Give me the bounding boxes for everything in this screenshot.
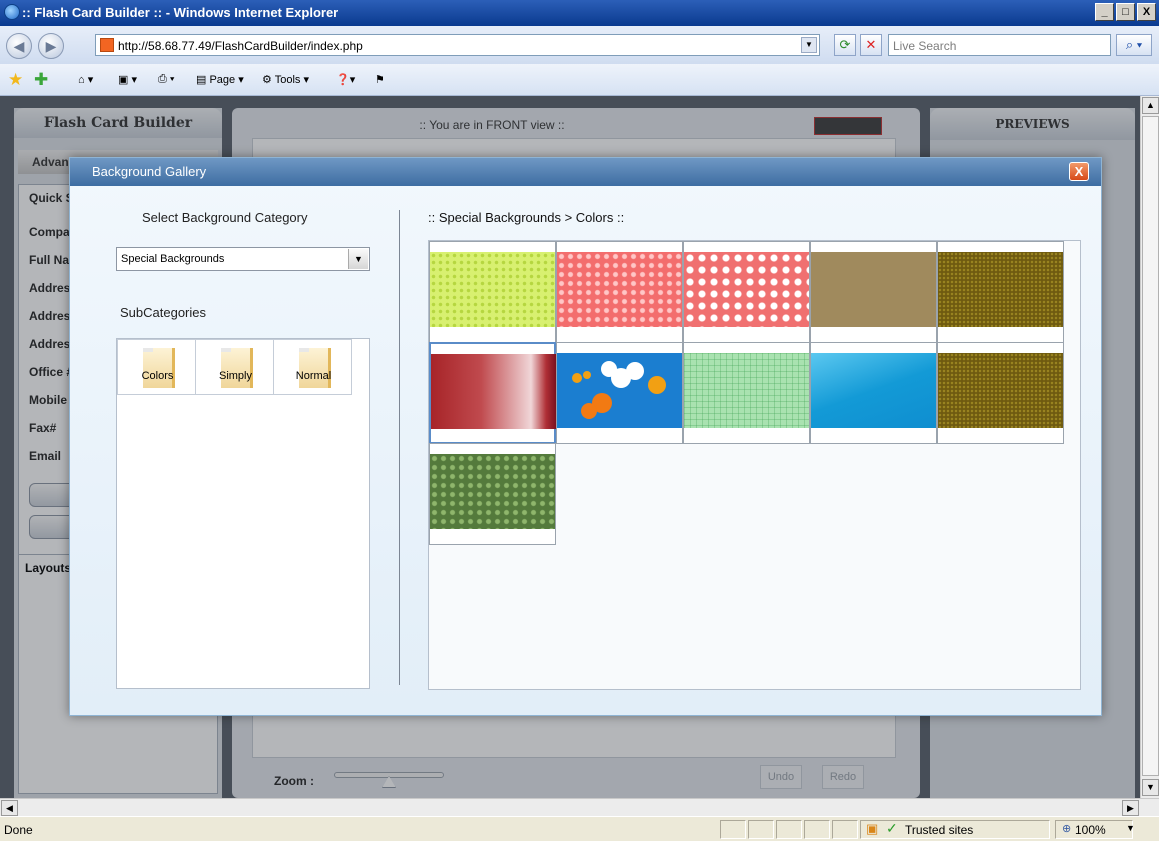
maximize-button[interactable]: □ [1116, 3, 1135, 21]
stop-button[interactable]: ✕ [860, 34, 882, 56]
subcategory-label: Colors [141, 370, 174, 382]
subcategory-label: Simply [218, 370, 252, 382]
add-favorites-icon[interactable]: ✚ [34, 70, 48, 90]
url-text[interactable]: http://58.68.77.49/FlashCardBuilder/inde… [118, 39, 363, 53]
status-cell [748, 820, 774, 839]
background-thumbnail [431, 354, 556, 429]
background-tile[interactable] [937, 342, 1064, 444]
status-bar: Done ▣ ✓ Trusted sites ⊕ 100% ▼ [0, 816, 1159, 841]
background-thumbnail [938, 353, 1063, 428]
command-bar: ★ ✚ ⌂ ▾ ▣ ▾ ⎙ ▾ ▤ Page ▾ ⚙ Tools ▾ ❓▾ ⚑ [0, 64, 1159, 96]
subcategories-box: Colors Simply Normal [116, 338, 370, 689]
refresh-button[interactable]: ⟳ [834, 34, 856, 56]
checkmark-icon: ✓ [886, 820, 898, 836]
window-title: :: Flash Card Builder :: - Windows Inter… [22, 5, 339, 20]
print-icon[interactable]: ⎙ ▾ [158, 73, 174, 86]
scroll-up-icon[interactable]: ▲ [1142, 97, 1159, 114]
background-gallery-dialog: Background Gallery X Select Background C… [69, 157, 1102, 716]
background-tile[interactable] [810, 342, 937, 444]
ie-logo-icon [4, 4, 20, 20]
background-tile-selected[interactable] [429, 342, 556, 444]
status-text: Done [4, 823, 33, 837]
background-grid [428, 240, 1081, 690]
forward-button[interactable]: ▶ [38, 33, 64, 59]
tools-menu[interactable]: ⚙ Tools ▾ [262, 73, 309, 86]
background-tile[interactable] [683, 241, 810, 343]
category-select[interactable]: Special Backgrounds ▼ [116, 247, 370, 271]
page-menu[interactable]: ▤ Page ▾ [196, 73, 244, 86]
status-cell [776, 820, 802, 839]
background-thumbnail [938, 252, 1063, 327]
chevron-down-icon[interactable]: ▼ [348, 249, 368, 269]
subcategories-title: SubCategories [120, 305, 206, 320]
status-cell [804, 820, 830, 839]
minimize-button[interactable]: _ [1095, 3, 1114, 21]
subcategory-normal[interactable]: Normal [273, 339, 352, 395]
tools-menu-label: Tools [274, 74, 301, 86]
folder-icon [299, 348, 331, 388]
status-cell [720, 820, 746, 839]
favicon-icon [100, 38, 114, 52]
feeds-icon[interactable]: ▣ ▾ [118, 73, 137, 86]
address-dropdown-icon[interactable]: ▼ [801, 37, 817, 53]
page-menu-label: Page [209, 74, 236, 86]
address-bar[interactable]: http://58.68.77.49/FlashCardBuilder/inde… [95, 34, 820, 56]
background-thumbnail [684, 353, 809, 428]
background-thumbnail [811, 252, 936, 327]
background-thumbnail [557, 252, 682, 327]
search-input[interactable]: Live Search [888, 34, 1111, 56]
address-row: ◀ ▶ http://58.68.77.49/FlashCardBuilder/… [0, 26, 1159, 64]
background-tile[interactable] [937, 241, 1064, 343]
background-thumbnail [430, 252, 555, 327]
status-cell [832, 820, 858, 839]
flowers-icon [572, 361, 666, 419]
category-select-value: Special Backgrounds [121, 253, 225, 265]
research-icon[interactable]: ⚑ [375, 73, 385, 86]
background-thumbnail [684, 252, 809, 327]
favorites-star-icon[interactable]: ★ [8, 70, 23, 90]
background-tile[interactable] [683, 342, 810, 444]
horizontal-scrollbar[interactable]: ◀ ▶ [0, 798, 1159, 816]
background-thumbnail [557, 353, 682, 428]
zone-text: Trusted sites [905, 823, 974, 837]
help-icon[interactable]: ❓▾ [336, 73, 355, 86]
zoom-icon: ⊕ [1062, 823, 1072, 835]
background-tile[interactable] [810, 241, 937, 343]
select-category-title: Select Background Category [142, 210, 308, 225]
search-placeholder: Live Search [893, 39, 957, 53]
subcategory-label: Normal [295, 370, 332, 382]
divider [399, 210, 400, 685]
protected-mode-icon: ▣ [866, 821, 879, 836]
background-thumbnail [430, 454, 555, 529]
scroll-thumb[interactable] [1142, 116, 1159, 776]
zoom-dropdown-icon[interactable]: ▼ [1126, 823, 1135, 833]
background-tile[interactable] [556, 241, 683, 343]
subcategory-colors[interactable]: Colors [117, 339, 196, 395]
background-tile[interactable] [556, 342, 683, 444]
scroll-down-icon[interactable]: ▼ [1142, 779, 1159, 796]
gallery-breadcrumb: :: Special Backgrounds > Colors :: [428, 210, 625, 225]
background-tile[interactable] [429, 443, 556, 545]
vertical-scrollbar[interactable]: ▲ ▼ [1140, 96, 1159, 798]
folder-icon [221, 348, 253, 388]
close-window-button[interactable]: X [1137, 3, 1156, 21]
back-button[interactable]: ◀ [6, 33, 32, 59]
window-titlebar: :: Flash Card Builder :: - Windows Inter… [0, 0, 1159, 26]
search-button[interactable]: ⌕ ▾ [1116, 34, 1152, 56]
scroll-left-icon[interactable]: ◀ [1, 800, 18, 816]
scroll-right-icon[interactable]: ▶ [1122, 800, 1139, 816]
dialog-title: Background Gallery [70, 158, 1101, 186]
background-tile[interactable] [429, 241, 556, 343]
subcategory-simply[interactable]: Simply [195, 339, 274, 395]
home-icon[interactable]: ⌂ ▾ [78, 73, 93, 86]
zoom-level[interactable]: 100% [1075, 823, 1106, 837]
folder-icon [143, 348, 175, 388]
dialog-close-button[interactable]: X [1069, 162, 1089, 181]
background-thumbnail [811, 353, 936, 428]
